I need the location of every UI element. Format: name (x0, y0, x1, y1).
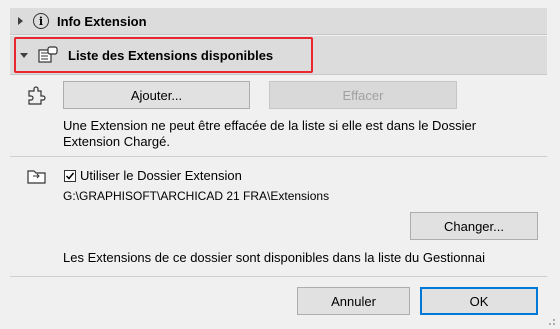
separator-2 (10, 276, 547, 277)
section-info-extension[interactable]: i Info Extension (10, 8, 547, 35)
resize-grip-icon[interactable] (546, 314, 556, 325)
remove-button[interactable]: Effacer (269, 81, 457, 109)
section-info-title: Info Extension (57, 13, 147, 29)
highlight-box (14, 37, 313, 73)
folder-path: G:\GRAPHISOFT\ARCHICAD 21 FRA\Extensions (63, 189, 330, 203)
use-folder-label[interactable]: Utiliser le Dossier Extension (80, 168, 242, 183)
add-button[interactable]: Ajouter... (63, 81, 250, 109)
expand-right-icon (18, 17, 23, 25)
cancel-button[interactable]: Annuler (297, 287, 410, 315)
folder-info-text: Les Extensions de ce dossier sont dispon… (63, 250, 486, 265)
remove-info-text: Une Extension ne peut être effacée de la… (63, 118, 477, 149)
ok-button[interactable]: OK (420, 287, 538, 315)
folder-icon (27, 168, 47, 184)
change-button[interactable]: Changer... (410, 212, 538, 240)
info-icon: i (33, 13, 49, 29)
puzzle-icon (26, 86, 48, 106)
use-folder-checkbox[interactable] (64, 170, 76, 182)
separator-1 (10, 156, 547, 157)
